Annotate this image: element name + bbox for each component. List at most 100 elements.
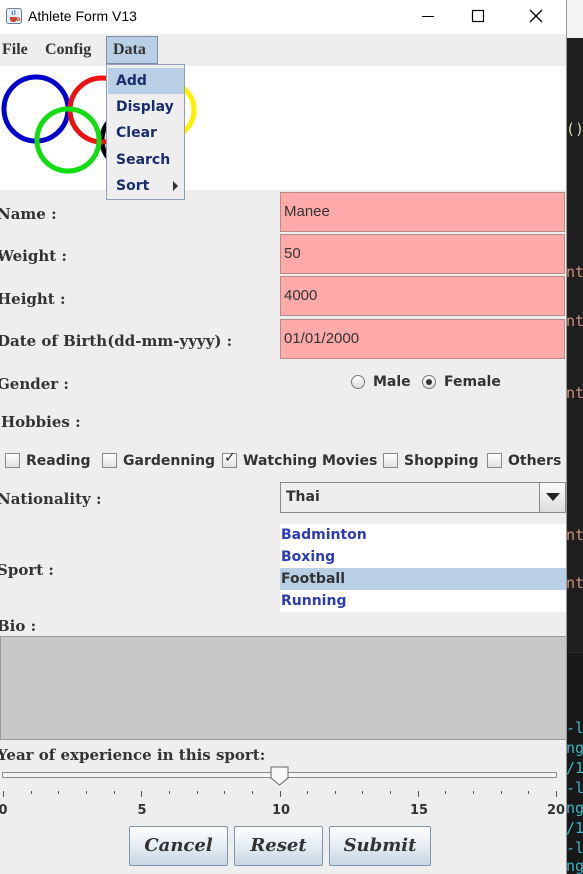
athlete-form-window: Athlete Form V13 File Config Data Add Di… <box>0 0 567 874</box>
slider-major-tick <box>417 791 419 797</box>
weight-label: Weight : <box>0 247 67 265</box>
reset-button[interactable]: Reset <box>234 826 323 866</box>
code-fragment: () <box>566 120 583 138</box>
java-cup-icon <box>6 8 22 24</box>
slider-minor-tick <box>528 791 530 794</box>
hobby-reading-label: Reading <box>26 453 91 469</box>
nationality-label: Nationality : <box>0 490 102 508</box>
menu-file[interactable]: File <box>0 36 34 64</box>
bio-textarea[interactable] <box>0 636 566 740</box>
hobby-shopping-label: Shopping <box>404 453 479 469</box>
close-button[interactable] <box>514 0 560 34</box>
dob-field[interactable]: 01/01/2000 <box>280 319 565 359</box>
menu-data[interactable]: Data <box>106 36 158 64</box>
slider-minor-tick <box>473 791 475 794</box>
sport-list-item-football[interactable]: Football <box>280 568 566 590</box>
terminal-fragment: -la <box>566 719 583 737</box>
gender-male-radio[interactable] <box>351 375 365 389</box>
experience-slider-thumb[interactable] <box>270 766 289 786</box>
logo-panel <box>0 66 566 190</box>
slider-minor-tick <box>85 791 87 794</box>
hobby-watching-movies-checkbox[interactable] <box>222 450 237 468</box>
close-icon <box>529 9 543 23</box>
hobby-watching-movies-label: Watching Movies <box>243 453 378 469</box>
menu-item-sort[interactable]: Sort <box>108 173 184 199</box>
menu-item-search[interactable]: Search <box>108 147 184 173</box>
terminal-fragment: /1 <box>566 819 583 837</box>
slider-minor-tick <box>30 791 32 794</box>
terminal-panel: -la ng /1 -la ng /1 -la ng <box>566 652 583 874</box>
name-label: Name : <box>0 205 57 223</box>
weight-field[interactable]: 50 <box>280 234 565 274</box>
slider-major-tick <box>556 791 557 797</box>
nationality-selected-value: Thai <box>286 489 320 505</box>
tick-label-10: 10 <box>271 803 291 818</box>
sport-list: Badminton Boxing Football Running <box>280 524 566 612</box>
terminal-fragment: -la <box>566 839 583 857</box>
sport-list-item-running[interactable]: Running <box>280 590 566 612</box>
terminal-fragment: ng <box>566 857 583 874</box>
slider-minor-tick <box>307 791 309 794</box>
slider-minor-tick <box>500 791 502 794</box>
tick-label-0: 0 <box>0 803 8 818</box>
window-title: Athlete Form V13 <box>28 8 137 24</box>
height-field[interactable]: 4000 <box>280 276 565 316</box>
maximize-icon <box>471 9 485 23</box>
menu-item-add[interactable]: Add <box>108 68 184 94</box>
slider-minor-tick <box>362 791 364 794</box>
slider-major-tick <box>3 791 4 797</box>
slider-major-tick <box>279 791 281 797</box>
code-fragment: nt <box>566 263 583 281</box>
code-fragment: nt <box>566 384 583 402</box>
menu-bar: File Config Data <box>0 36 566 64</box>
menu-config[interactable]: Config <box>39 36 97 64</box>
slider-minor-tick <box>390 791 392 794</box>
height-label: Height : <box>0 290 66 308</box>
tick-label-20: 20 <box>546 803 566 818</box>
slider-minor-tick <box>113 791 115 794</box>
slider-minor-tick <box>196 791 198 794</box>
code-fragment: nt <box>566 526 583 544</box>
menu-item-display[interactable]: Display <box>108 94 184 120</box>
hobby-gardenning-checkbox[interactable] <box>102 453 117 468</box>
sport-list-item-boxing[interactable]: Boxing <box>280 546 566 568</box>
menu-item-clear[interactable]: Clear <box>108 120 184 146</box>
slider-major-tick <box>141 791 143 797</box>
hobby-reading-checkbox[interactable] <box>5 453 20 468</box>
hobby-others-label: Others <box>508 453 562 469</box>
terminal-fragment: ng <box>566 799 583 817</box>
data-dropdown-menu: Add Display Clear Search Sort <box>106 64 185 200</box>
bio-label: Bio : <box>0 617 37 635</box>
code-fragment: nt <box>566 574 583 592</box>
slider-minor-tick <box>334 791 336 794</box>
hobby-gardenning-label: Gardenning <box>123 453 216 469</box>
gender-female-radio[interactable] <box>422 375 436 389</box>
dob-label: Date of Birth(dd-mm-yyyy) : <box>0 332 233 350</box>
minimize-button[interactable] <box>410 0 456 34</box>
tick-label-15: 15 <box>409 803 429 818</box>
cancel-button[interactable]: Cancel <box>129 826 228 866</box>
hobbies-label: Hobbies : <box>1 413 81 431</box>
dropdown-arrow-icon[interactable] <box>539 483 565 512</box>
menu-config-label: Config <box>45 41 92 58</box>
slider-minor-tick <box>168 791 170 794</box>
slider-minor-tick <box>58 791 60 794</box>
maximize-button[interactable] <box>456 0 502 34</box>
minimize-icon <box>422 16 434 17</box>
nationality-combobox[interactable]: Thai <box>280 482 566 513</box>
code-fragment: nt <box>566 312 583 330</box>
gender-male-label: Male <box>373 374 411 390</box>
terminal-fragment: /1 <box>566 759 583 777</box>
hobby-others-checkbox[interactable] <box>487 453 502 468</box>
slider-minor-tick <box>251 791 253 794</box>
menu-file-label: File <box>2 41 28 58</box>
submit-button[interactable]: Submit <box>329 826 431 866</box>
background-editor: () nt nt nt nt nt -la ng /1 -la ng /1 -l… <box>566 0 583 874</box>
title-bar[interactable]: Athlete Form V13 <box>0 0 566 34</box>
sport-list-item-badminton[interactable]: Badminton <box>280 524 566 546</box>
hobby-shopping-checkbox[interactable] <box>383 453 398 468</box>
slider-minor-tick <box>445 791 447 794</box>
gender-female-label: Female <box>444 374 501 390</box>
gender-label: Gender : <box>0 375 69 393</box>
name-field[interactable]: Manee <box>280 192 565 232</box>
